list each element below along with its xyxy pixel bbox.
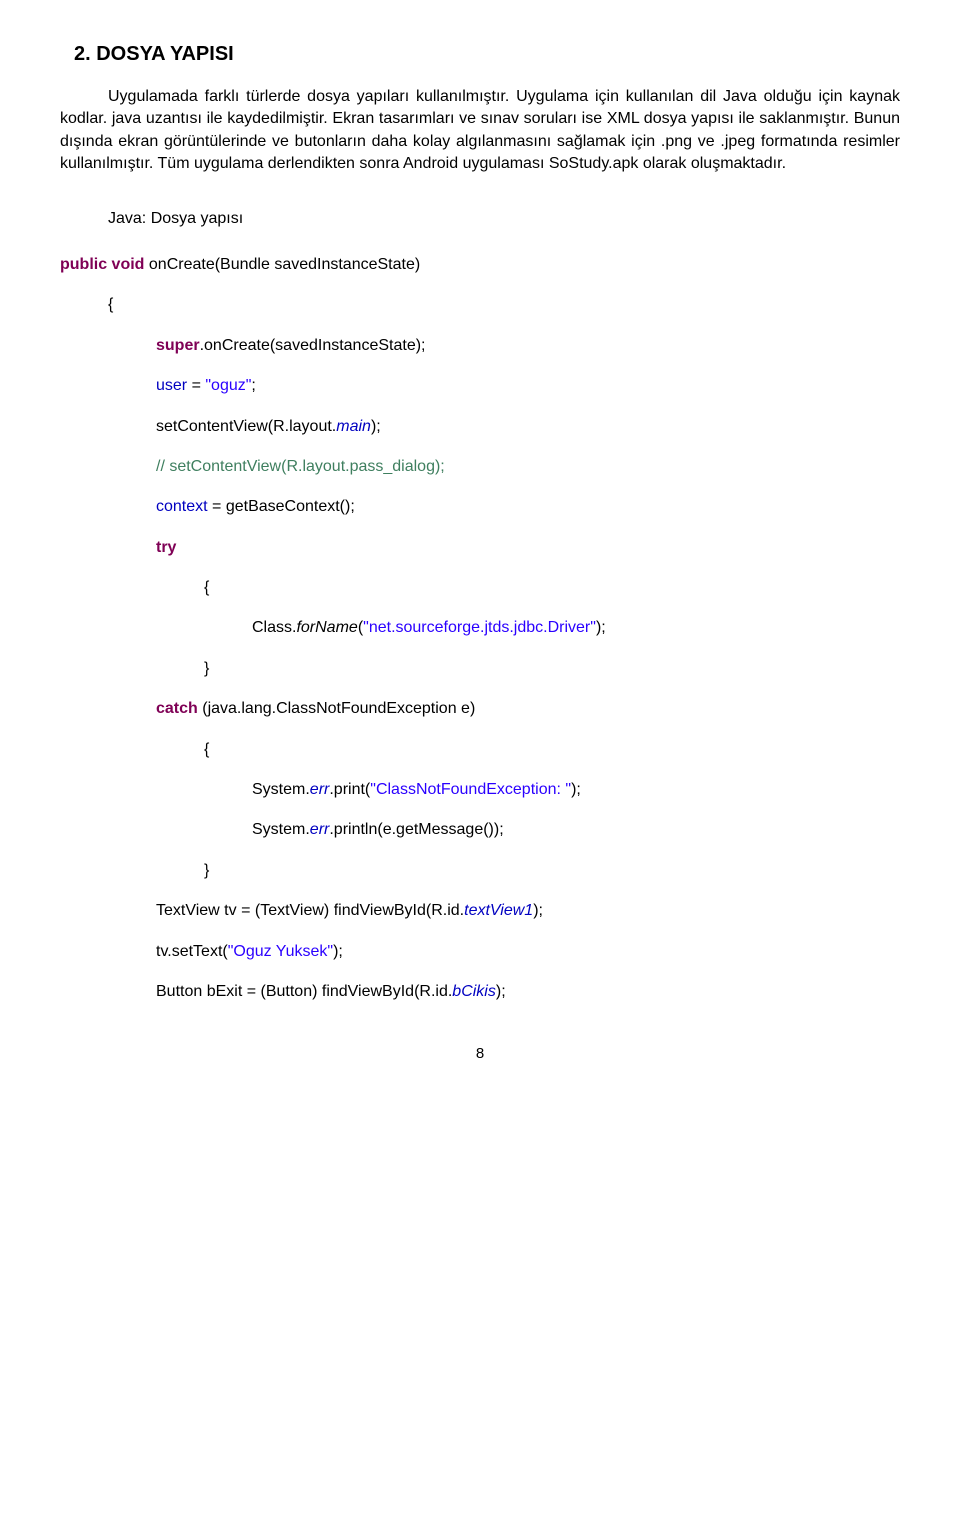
code-text: .onCreate(savedInstanceState);	[200, 337, 426, 354]
code-text: System.	[252, 781, 310, 798]
code-text: );	[496, 983, 506, 1000]
keyword: try	[156, 537, 900, 559]
section-heading: 2. DOSYA YAPISI	[74, 40, 900, 68]
page-number: 8	[60, 1043, 900, 1064]
code-line: context = getBaseContext();	[156, 496, 900, 518]
code-line: }	[204, 658, 900, 680]
code-text: ;	[251, 377, 255, 394]
code-line: setContentView(R.layout.main);	[156, 416, 900, 438]
code-line: Button bExit = (Button) findViewById(R.i…	[156, 981, 900, 1003]
keyword: super	[156, 337, 200, 354]
code-text: Button bExit = (Button) findViewById(R.i…	[156, 983, 452, 1000]
keyword: catch	[156, 700, 198, 717]
code-text: =	[187, 377, 205, 394]
code-line: tv.setText("Oguz Yuksek");	[156, 941, 900, 963]
code-line: System.err.println(e.getMessage());	[252, 819, 900, 841]
field: err	[310, 821, 330, 838]
string-literal: "Oguz Yuksek"	[228, 943, 333, 960]
code-line: super.onCreate(savedInstanceState);	[156, 335, 900, 357]
identifier: bCikis	[452, 983, 496, 1000]
code-text: setContentView(R.layout.	[156, 418, 336, 435]
code-text: System.	[252, 821, 310, 838]
keyword: public void	[60, 256, 144, 273]
code-text: );	[571, 781, 581, 798]
body-paragraph: Uygulamada farklı türlerde dosya yapılar…	[60, 86, 900, 176]
field: err	[310, 781, 330, 798]
code-text: = getBaseContext();	[208, 498, 355, 515]
method: forName	[296, 619, 357, 636]
code-title: Java: Dosya yapısı	[60, 208, 900, 230]
code-text: Class.	[252, 619, 296, 636]
string-literal: "net.sourceforge.jtds.jdbc.Driver"	[363, 619, 596, 636]
code-line: catch (java.lang.ClassNotFoundException …	[156, 698, 900, 720]
code-line: {	[108, 294, 900, 316]
code-line: user = "oguz";	[156, 375, 900, 397]
code-text: TextView tv = (TextView) findViewById(R.…	[156, 902, 464, 919]
code-line: System.err.print("ClassNotFoundException…	[252, 779, 900, 801]
code-line: {	[204, 739, 900, 761]
code-text: onCreate(Bundle savedInstanceState)	[144, 256, 420, 273]
code-text: tv.setText(	[156, 943, 228, 960]
code-text: );	[533, 902, 543, 919]
code-line: }	[204, 860, 900, 882]
field: user	[156, 377, 187, 394]
code-text: );	[371, 418, 381, 435]
code-text: );	[596, 619, 606, 636]
string-literal: "oguz"	[205, 377, 251, 394]
identifier: textView1	[464, 902, 533, 919]
code-block: public void onCreate(Bundle savedInstanc…	[60, 254, 900, 1003]
field: context	[156, 498, 208, 515]
code-line: public void onCreate(Bundle savedInstanc…	[60, 254, 900, 276]
code-line: {	[204, 577, 900, 599]
code-text: (java.lang.ClassNotFoundException e)	[198, 700, 475, 717]
code-comment: // setContentView(R.layout.pass_dialog);	[156, 456, 900, 478]
code-line: Class.forName("net.sourceforge.jtds.jdbc…	[252, 617, 900, 639]
code-text: .print(	[329, 781, 370, 798]
code-line: TextView tv = (TextView) findViewById(R.…	[156, 900, 900, 922]
string-literal: "ClassNotFoundException: "	[370, 781, 571, 798]
code-text: );	[333, 943, 343, 960]
identifier: main	[336, 418, 371, 435]
code-text: .println(e.getMessage());	[329, 821, 503, 838]
